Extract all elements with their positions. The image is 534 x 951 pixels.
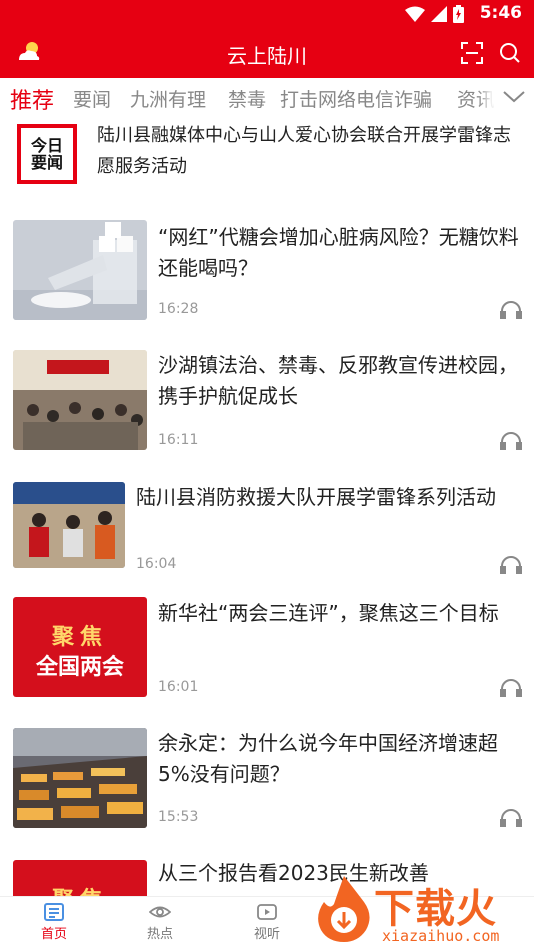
news-thumbnail — [13, 482, 125, 568]
thumbnail-text-focus: 聚焦 — [13, 882, 147, 896]
tabs-expand-button[interactable] — [494, 78, 534, 116]
status-icons — [405, 5, 464, 23]
watermark-text: 下载火 — [374, 886, 497, 932]
news-item[interactable]: 沙湖镇法治、禁毒、反邪教宣传进校园，携手护航促成长 16:11 — [0, 340, 534, 462]
video-icon — [257, 904, 277, 920]
app-title: 云上陆川 — [227, 44, 307, 68]
watermark: 下载火 xiazaihuo.com — [308, 872, 534, 950]
fire-logo-icon — [318, 876, 370, 942]
news-title: 沙湖镇法治、禁毒、反邪教宣传进校园，携手护航促成长 — [158, 353, 518, 408]
news-time: 16:11 — [158, 432, 199, 448]
tab-important-news[interactable]: 要闻 — [73, 85, 111, 112]
watermark-url: xiazaihuo.com — [382, 927, 500, 945]
headphones-icon[interactable] — [500, 301, 522, 323]
news-title: 新华社“两会三连评”，聚焦这三个目标 — [158, 601, 499, 625]
thumbnail-text-two-sessions: 全国两会 — [35, 655, 124, 680]
tab-info[interactable]: 资讯 — [457, 85, 495, 112]
news-item[interactable]: “网红”代糖会增加心脏病风险？无糖饮料还能喝吗？ 16:28 — [0, 210, 534, 330]
today-news-logo: 今日要闻 — [17, 124, 77, 184]
signal-icon — [431, 6, 447, 22]
chevron-down-icon — [503, 91, 525, 103]
thumbnail-text-focus: 聚焦 — [51, 625, 108, 650]
scan-icon[interactable] — [460, 41, 484, 69]
nav-hot[interactable]: 热点 — [120, 901, 200, 942]
headphones-icon[interactable] — [500, 556, 522, 578]
eye-icon — [149, 906, 171, 918]
nav-video[interactable]: 视听 — [227, 901, 307, 942]
today-headline[interactable]: 今日要闻 陆川县融媒体中心与山人爱心协会联合开展学雷锋志愿服务活动 — [0, 116, 534, 200]
nav-home[interactable]: 首页 — [14, 901, 94, 942]
home-icon — [44, 903, 64, 921]
status-bar: 5:46 — [0, 0, 534, 28]
battery-icon — [453, 5, 464, 23]
tab-anti-drug[interactable]: 禁毒 — [228, 85, 266, 112]
headline-title: 陆川县融媒体中心与山人爱心协会联合开展学雷锋志愿服务活动 — [97, 125, 511, 177]
status-time: 5:46 — [479, 3, 522, 23]
tab-anti-fraud[interactable]: 打击网络电信诈骗 — [280, 85, 432, 112]
news-title: “网红”代糖会增加心脏病风险？无糖饮料还能喝吗？ — [158, 225, 519, 280]
news-time: 16:28 — [158, 301, 199, 317]
headphones-icon[interactable] — [500, 432, 522, 454]
app-bar: 云上陆川 — [0, 28, 534, 78]
news-time: 16:01 — [158, 679, 199, 695]
news-thumbnail: 聚焦 全国两会 — [13, 597, 147, 697]
news-thumbnail — [13, 728, 147, 828]
search-icon[interactable] — [498, 41, 522, 69]
news-item[interactable]: 陆川县消防救援大队开展学雷锋系列活动 16:04 — [0, 472, 534, 584]
news-item[interactable]: 余永定：为什么说今年中国经济增速超5%没有问题？ 15:53 — [0, 718, 534, 840]
headphones-icon[interactable] — [500, 809, 522, 831]
news-thumbnail: 聚焦 — [13, 860, 147, 896]
channel-tabs: 推荐 要闻 九洲有理 禁毒 打击网络电信诈骗 资讯 — [0, 78, 534, 116]
news-title: 陆川县消防救援大队开展学雷锋系列活动 — [136, 485, 496, 509]
news-thumbnail — [13, 220, 147, 320]
tab-recommend[interactable]: 推荐 — [10, 83, 54, 115]
wifi-icon — [405, 6, 425, 22]
news-title: 余永定：为什么说今年中国经济增速超5%没有问题？ — [158, 731, 498, 786]
tab-jiuzhou[interactable]: 九洲有理 — [130, 85, 206, 112]
headphones-icon[interactable] — [500, 679, 522, 701]
news-time: 16:04 — [136, 556, 177, 572]
news-item[interactable]: 聚焦 全国两会 新华社“两会三连评”，聚焦这三个目标 16:01 — [0, 588, 534, 706]
news-thumbnail — [13, 350, 147, 450]
news-time: 15:53 — [158, 809, 199, 825]
